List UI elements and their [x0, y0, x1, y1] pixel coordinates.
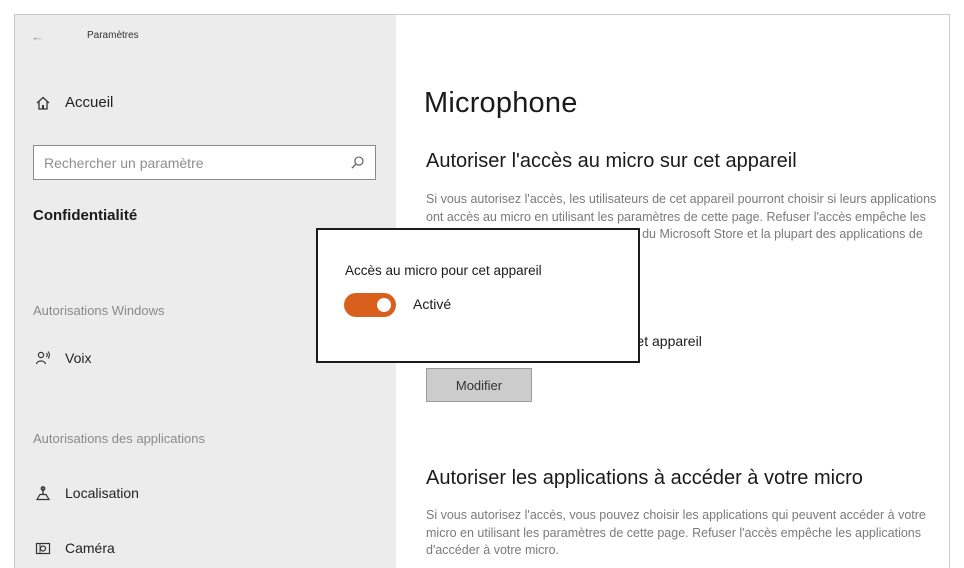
microphone-access-toggle[interactable] — [344, 293, 396, 317]
group-label-windows: Autorisations Windows — [33, 303, 165, 318]
sidebar-item-home[interactable]: Accueil — [35, 94, 113, 111]
sidebar-item-camera[interactable]: Caméra — [35, 540, 115, 556]
home-icon — [36, 96, 50, 110]
camera-icon — [35, 542, 51, 555]
search-icon[interactable] — [350, 155, 365, 170]
voice-icon — [35, 351, 50, 365]
search-box[interactable] — [33, 145, 376, 180]
section-heading-privacy: Confidentialité — [33, 207, 138, 224]
sidebar-item-label: Localisation — [65, 485, 139, 501]
section-heading-app-access: Autoriser les applications à accéder à v… — [426, 467, 863, 489]
window-title: Paramètres — [87, 30, 139, 41]
sidebar-item-location[interactable]: Localisation — [35, 485, 139, 501]
sidebar-item-label: Voix — [65, 350, 92, 366]
toggle-state-label: Activé — [413, 296, 452, 312]
modify-button[interactable]: Modifier — [426, 368, 532, 402]
search-input[interactable] — [44, 154, 334, 171]
microphone-access-popup: Accès au micro pour cet appareil Activé — [316, 228, 640, 363]
sidebar-item-label: Caméra — [65, 540, 115, 556]
popup-title: Accès au micro pour cet appareil — [345, 263, 542, 278]
back-arrow-icon[interactable]: ← — [31, 29, 44, 44]
sidebar-item-voice[interactable]: Voix — [35, 350, 91, 366]
sidebar-item-label: Accueil — [65, 94, 114, 111]
toggle-knob — [377, 298, 391, 312]
location-icon — [35, 486, 51, 501]
section-heading-device-access: Autoriser l'accès au micro sur cet appar… — [426, 150, 797, 172]
page-title: Microphone — [424, 87, 578, 119]
section-description-app-access: Si vous autorisez l'accès, vous pouvez c… — [426, 508, 926, 557]
group-label-apps: Autorisations des applications — [33, 431, 205, 446]
